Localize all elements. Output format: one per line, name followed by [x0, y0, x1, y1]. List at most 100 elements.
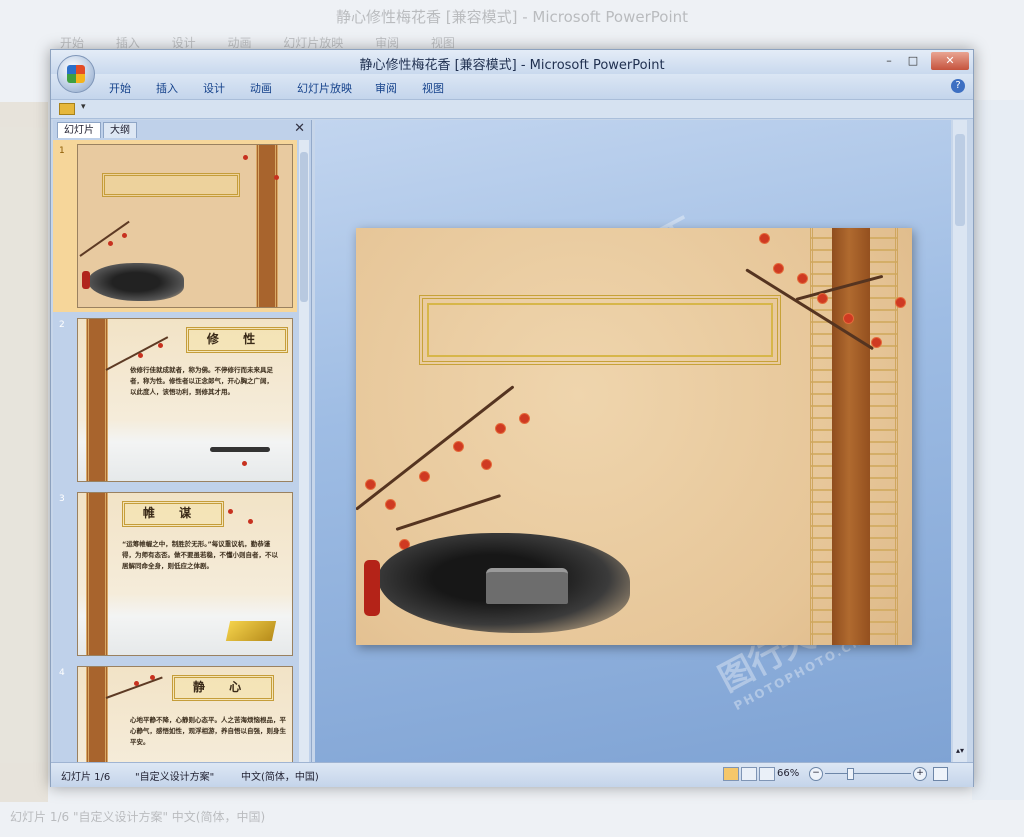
- current-slide[interactable]: [356, 228, 912, 645]
- slide-body-text: 心地平静不降，心静则心态平。人之苦海烦恼根品，平心静气，感悟如性，观浮相游，养自…: [130, 716, 286, 746]
- slide-number: 1: [59, 146, 65, 156]
- ink-rock: [88, 263, 184, 301]
- plum-blossom: [248, 519, 253, 524]
- slides-panel: 幻灯片 大纲 ✕ 1 2 修 性 依修行佳就成就者，称为佛。不停修行而未来具足者…: [53, 120, 312, 762]
- background-title: 静心修性梅花香 [兼容模式] - Microsoft PowerPoint: [335, 8, 689, 26]
- open-folder-icon[interactable]: [59, 103, 75, 115]
- minimize-button[interactable]: –: [877, 52, 901, 70]
- slide-thumbnail-4[interactable]: 4 静 心 心地平静不降，心静则心态平。人之苦海烦恼根品，平心静气，感悟如性，观…: [53, 662, 297, 762]
- slide-2-preview: 修 性 依修行佳就成就者，称为佛。不停修行而未来具足者，称为性。修性者以正念郎气…: [77, 318, 293, 482]
- slide-title: 静 心: [192, 680, 252, 694]
- normal-view-icon[interactable]: [723, 767, 739, 781]
- plum-blossom: [158, 343, 163, 348]
- plum-branch: [79, 220, 130, 257]
- slide-body-text: “运筹帷幄之中，制胜於无形。”每议重议机，勤恭谨得，为师有态否。做不要虽若稳，不…: [122, 540, 278, 570]
- plum-blossom: [760, 234, 769, 243]
- office-logo-icon: [67, 65, 85, 83]
- gold-scroll: [225, 621, 277, 641]
- plum-branch: [356, 385, 515, 511]
- plum-blossom: [138, 353, 143, 358]
- slide-body-text: 依修行佳就成就者，称为佛。不停修行而未来具足者，称为性。修性者以正念郎气，开心胸…: [130, 366, 273, 396]
- plum-blossom: [366, 480, 375, 489]
- title-frame-placeholder[interactable]: [419, 295, 781, 365]
- plum-blossom: [844, 314, 853, 323]
- close-button[interactable]: ✕: [931, 52, 969, 70]
- lattice-pillar: [256, 145, 278, 307]
- tab-slideshow[interactable]: 幻灯片放映: [297, 80, 352, 96]
- background-right-edge: [972, 100, 1024, 800]
- ink-brush: [210, 447, 270, 452]
- red-seal-stamp: [364, 560, 380, 616]
- slide-scrollbar[interactable]: ▴▾: [953, 120, 967, 762]
- slide-title: 帷 谋: [142, 506, 202, 520]
- plum-blossom: [496, 424, 505, 433]
- plum-blossom: [420, 472, 429, 481]
- plum-blossom: [243, 155, 248, 160]
- slide-4-preview: 静 心 心地平静不降，心静则心态平。人之苦海烦恼根品，平心静气，感悟如性，观浮相…: [77, 666, 293, 762]
- tab-outline[interactable]: 大纲: [103, 122, 137, 138]
- help-icon[interactable]: ?: [951, 79, 965, 93]
- panel-scroll-thumb[interactable]: [300, 152, 308, 302]
- slide-3-preview: 帷 谋 “运筹帷幄之中，制胜於无形。”每议重议机，勤恭谨得，为师有态否。做不要虽…: [77, 492, 293, 656]
- plum-blossom: [520, 414, 529, 423]
- plum-blossom: [482, 460, 491, 469]
- slideshow-view-icon[interactable]: [759, 767, 775, 781]
- plum-blossom: [774, 264, 783, 273]
- plum-blossom: [108, 241, 113, 246]
- background-status: 幻灯片 1/6 "自定义设计方案" 中文(简体，中国): [10, 810, 266, 824]
- plum-blossom: [134, 681, 139, 686]
- powerpoint-window: 静心修性梅花香 [兼容模式] - Microsoft PowerPoint – …: [50, 49, 974, 787]
- ink-pavilion-roof: [486, 568, 568, 604]
- title-frame-inner: [427, 303, 773, 357]
- panel-tabs: 幻灯片 大纲 ✕: [53, 120, 311, 138]
- ribbon-tabs: 开始 插入 设计 动画 幻灯片放映 审阅 视图 ?: [51, 74, 973, 100]
- title-frame: [102, 173, 240, 197]
- wooden-pillar: [832, 228, 870, 645]
- zoom-in-button[interactable]: +: [913, 767, 927, 781]
- tab-review[interactable]: 审阅: [375, 80, 397, 96]
- theme-name: "自定义设计方案": [135, 772, 215, 783]
- slide-thumbnail-1[interactable]: 1: [53, 140, 297, 312]
- zoom-slider-thumb[interactable]: [847, 768, 854, 780]
- plum-blossom: [228, 509, 233, 514]
- tab-insert[interactable]: 插入: [156, 80, 178, 96]
- plum-blossom: [242, 461, 247, 466]
- window-title: 静心修性梅花香 [兼容模式] - Microsoft PowerPoint: [359, 58, 665, 73]
- tab-view[interactable]: 视图: [422, 80, 444, 96]
- lattice-pillar: [86, 319, 108, 481]
- slide-number: 3: [59, 494, 65, 504]
- plum-blossom: [798, 274, 807, 283]
- zoom-slider-track[interactable]: [825, 773, 911, 774]
- tab-design[interactable]: 设计: [203, 80, 225, 96]
- tab-slides[interactable]: 幻灯片: [57, 122, 101, 138]
- slide-sorter-view-icon[interactable]: [741, 767, 757, 781]
- plum-blossom: [150, 675, 155, 680]
- plum-blossom: [274, 175, 279, 180]
- close-panel-icon[interactable]: ✕: [294, 121, 305, 136]
- lattice-pillar: [86, 493, 108, 655]
- office-button[interactable]: [57, 55, 95, 93]
- plum-blossom: [896, 298, 905, 307]
- plum-branch: [105, 676, 163, 699]
- prev-next-slide-icon[interactable]: ▴▾: [956, 746, 964, 756]
- slide-position: 幻灯片 1/6: [61, 772, 111, 783]
- panel-scrollbar[interactable]: [299, 140, 309, 762]
- plum-blossom: [818, 294, 827, 303]
- plum-blossom: [872, 338, 881, 347]
- customize-toolbar-icon[interactable]: ▾: [81, 102, 86, 112]
- tab-home[interactable]: 开始: [109, 80, 131, 96]
- slide-number: 2: [59, 320, 65, 330]
- slide-thumbnail-2[interactable]: 2 修 性 依修行佳就成就者，称为佛。不停修行而未来具足者，称为性。修性者以正念…: [53, 314, 297, 486]
- tab-animations[interactable]: 动画: [250, 80, 272, 96]
- language-indicator[interactable]: 中文(简体，中国): [241, 768, 319, 783]
- slide-thumbnails: 1 2 修 性 依修行佳就成就者，称为佛。不停修行而未来具足者，称为性。修性者以…: [53, 140, 297, 762]
- maximize-button[interactable]: □: [901, 52, 925, 70]
- zoom-out-button[interactable]: −: [809, 767, 823, 781]
- status-bar: 幻灯片 1/6 "自定义设计方案" 中文(简体，中国) 66% − +: [51, 762, 973, 787]
- slide-thumbnail-3[interactable]: 3 帷 谋 “运筹帷幄之中，制胜於无形。”每议重议机，勤恭谨得，为师有态否。做不…: [53, 488, 297, 660]
- lattice-pillar: [86, 667, 108, 762]
- zoom-level[interactable]: 66%: [777, 768, 799, 779]
- fit-to-window-icon[interactable]: [933, 767, 948, 781]
- red-seal: [82, 271, 90, 289]
- slide-scroll-thumb[interactable]: [955, 134, 965, 226]
